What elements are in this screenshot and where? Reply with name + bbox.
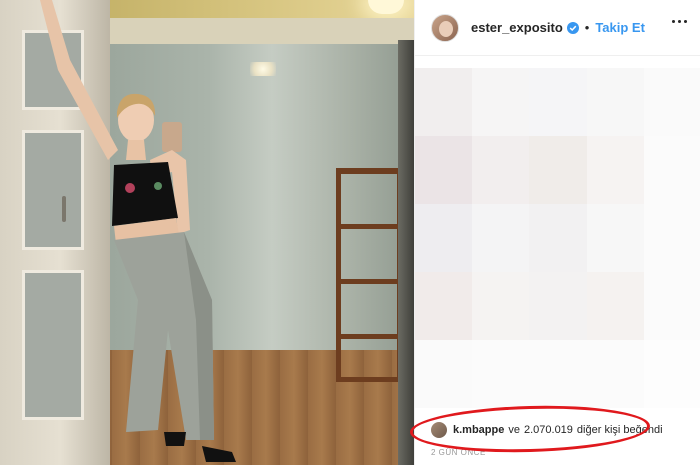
pixel-block [415,340,473,408]
pixel-block [472,136,530,204]
pixel-block [472,272,530,340]
likes-suffix: diğer kişi beğendi [576,424,663,436]
pixel-block [586,68,644,136]
pixel-block [586,204,644,272]
pixel-block [529,204,587,272]
pixel-block [415,272,473,340]
pixel-block [529,272,587,340]
pixel-block [529,136,587,204]
person-figure [40,0,236,462]
verified-badge-icon [566,21,579,34]
post-timestamp: 2 GÜN ÖNCE [431,448,486,457]
likes-summary[interactable]: k.mbappe ve 2.070.019 diğer kişi beğendi [431,422,663,438]
pixel-block [472,204,530,272]
post-header: ester_exposito • Takip Et [415,0,700,56]
pixel-block [643,340,700,408]
profile-username[interactable]: ester_exposito [471,20,563,35]
pixel-block [472,68,530,136]
pixel-block [643,68,700,136]
liker-username[interactable]: k.mbappe [453,424,504,436]
pixel-block [529,340,587,408]
likes-count[interactable]: 2.070.019 [524,424,573,436]
pixel-block [529,68,587,136]
pixelated-comments [415,68,700,408]
follow-button[interactable]: Takip Et [595,20,645,35]
pixel-block [415,204,473,272]
more-options-icon[interactable] [672,20,687,23]
pixel-block [643,272,700,340]
post-photo[interactable] [0,0,414,465]
pixel-block [415,68,473,136]
pixel-block [472,340,530,408]
post-side-panel: ester_exposito • Takip Et k.mbappe ve 2.… [414,0,700,465]
pixel-block [586,340,644,408]
pixel-block [415,136,473,204]
likes-connector: ve [508,424,520,436]
liker-avatar[interactable] [431,422,447,438]
pixel-block [643,136,700,204]
separator-dot: • [584,20,590,35]
pixel-block [643,204,700,272]
profile-avatar[interactable] [431,13,459,42]
pixel-block [586,136,644,204]
pixel-block [586,272,644,340]
